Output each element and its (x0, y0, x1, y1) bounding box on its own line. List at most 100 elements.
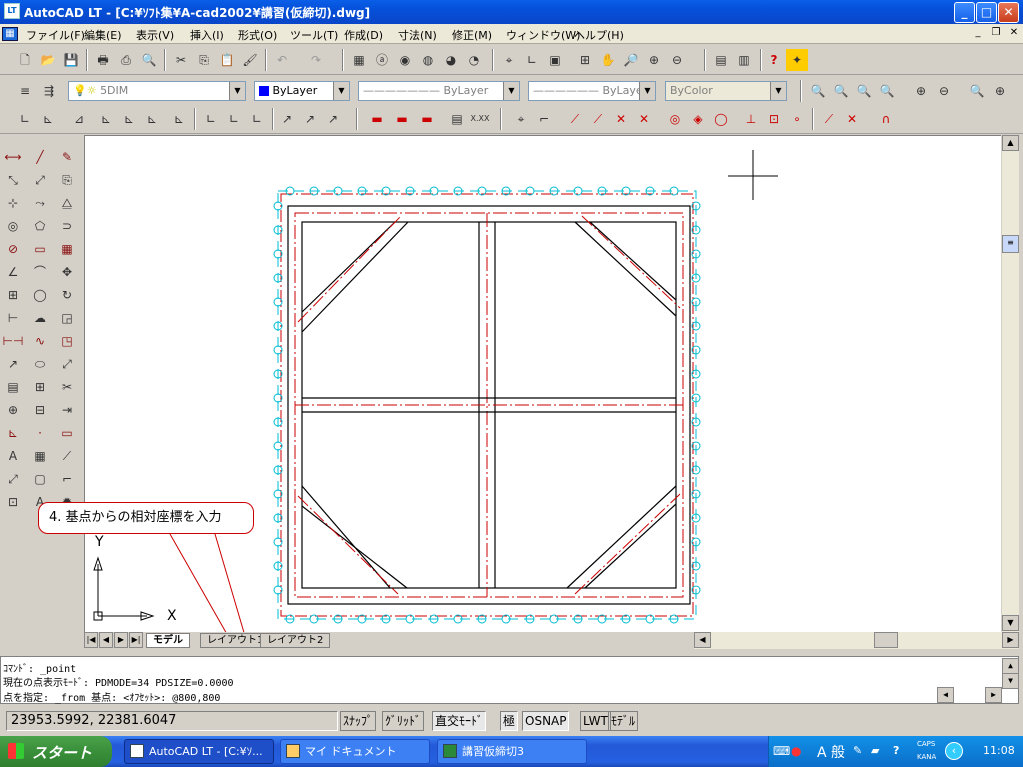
snap-center-icon[interactable]: ◎ (664, 108, 686, 130)
ime-tool-icon[interactable]: ● (791, 744, 801, 758)
dim-style-manager-icon[interactable]: ▤ (446, 108, 468, 130)
dim-linear-icon[interactable]: ∟ (14, 108, 36, 130)
minimize-button[interactable]: _ (954, 2, 975, 23)
xline-icon[interactable]: ⤢ (29, 169, 51, 191)
menu-file[interactable]: ファイル(F) (26, 27, 85, 43)
line-icon[interactable]: ╱ (29, 146, 51, 168)
tolerance-icon[interactable]: ▤ (2, 376, 24, 398)
ime-pad-icon[interactable]: ✎ (853, 744, 862, 757)
menu-draw[interactable]: 作成(D) (344, 27, 383, 43)
print-preview-icon[interactable]: ⎙ (115, 49, 137, 71)
vertical-scrollbar[interactable]: ▲ ≡ ▼ (1002, 135, 1019, 632)
grid-toggle[interactable]: ｸﾞﾘｯﾄﾞ (382, 711, 425, 731)
temp-track-icon[interactable]: ⌖ (510, 108, 532, 130)
keyboard-icon[interactable]: ⌨ (773, 744, 790, 758)
tray-expand-icon[interactable]: ‹ (945, 742, 963, 760)
dim-style-icon[interactable]: ⊡ (2, 491, 24, 513)
snap-from-icon[interactable]: ⌐ (533, 108, 555, 130)
scroll-left-icon[interactable]: ◀ (937, 687, 954, 703)
print-icon[interactable]: 🖶 (92, 49, 114, 71)
snap-midpoint-icon[interactable]: ⟋ (587, 108, 609, 130)
dim-style-icon[interactable]: ▬ (416, 108, 438, 130)
dim-radius-icon[interactable]: ⊾ (95, 108, 117, 130)
mdi-restore-button[interactable]: ❐ (988, 27, 1004, 41)
maximize-button[interactable]: □ (976, 2, 997, 23)
tab-prev-icon[interactable]: ◀ (99, 632, 113, 648)
dim-edit-icon[interactable]: ↗ (322, 108, 344, 130)
make-block-icon[interactable]: ⊟ (29, 399, 51, 421)
menu-format[interactable]: 形式(O) (238, 27, 277, 43)
menu-modify[interactable]: 修正(M) (452, 27, 492, 43)
tab-layout2[interactable]: レイアウト2 (260, 633, 331, 648)
help-icon[interactable]: ? (763, 49, 785, 71)
hatch-icon[interactable]: ▦ (29, 445, 51, 467)
erase-icon[interactable]: ✎ (56, 146, 78, 168)
snap-quadrant-icon[interactable]: ◈ (687, 108, 709, 130)
dim-update-icon[interactable]: ⤢ (2, 468, 24, 490)
chevron-down-icon[interactable]: ▼ (229, 82, 245, 100)
dim-angular-icon[interactable]: ∠ (2, 261, 24, 283)
dim-baseline-icon[interactable]: ⊢ (2, 307, 24, 329)
snap-none-icon[interactable]: ✕ (841, 108, 863, 130)
model-toggle[interactable]: ﾓﾃﾞﾙ (608, 711, 639, 731)
snap-endpoint-icon[interactable]: ⟋ (564, 108, 586, 130)
dim-aligned-icon[interactable]: ⊾ (37, 108, 59, 130)
snap-intersection-icon[interactable]: ✕ (610, 108, 632, 130)
task-autocad[interactable]: AutoCAD LT - [C:¥ｿ... (124, 739, 274, 764)
zoom-window-icon[interactable]: 🔍 (807, 80, 829, 102)
center-mark-icon[interactable]: ↗ (299, 108, 321, 130)
dim-diameter-icon[interactable]: ⊘ (2, 238, 24, 260)
dim-override-icon[interactable]: X.XX (469, 108, 491, 130)
extend-icon[interactable]: ⇥ (56, 399, 78, 421)
zoom-scale-icon[interactable]: 🔍 (853, 80, 875, 102)
paste-icon[interactable]: 📋 (216, 49, 238, 71)
zoom-window-icon[interactable]: ⊕ (643, 49, 665, 71)
zoom-all-icon[interactable]: 🔍 (966, 80, 988, 102)
cut-icon[interactable]: ✂ (170, 49, 192, 71)
chevron-down-icon[interactable]: ▼ (333, 82, 349, 100)
draworder-icon[interactable]: ▣ (544, 49, 566, 71)
tolerance-icon[interactable]: ↗ (276, 108, 298, 130)
pline-icon[interactable]: ⤳ (29, 192, 51, 214)
dim-diameter-icon[interactable]: ⊾ (118, 108, 140, 130)
menu-help[interactable]: ヘルプ(H) (574, 27, 624, 43)
osnap-tracking-icon[interactable]: ⌖ (498, 49, 520, 71)
pan-icon[interactable]: ✋ (597, 49, 619, 71)
start-button[interactable]: スタート (0, 736, 112, 767)
save-icon[interactable]: 💾 (60, 49, 82, 71)
dim-text-edit-icon[interactable]: ▬ (366, 108, 388, 130)
dim-text-edit-icon[interactable]: A (2, 445, 24, 467)
dim-update-icon[interactable]: ▬ (391, 108, 413, 130)
zoom-center-icon[interactable]: 🔍 (876, 80, 898, 102)
hscroll-thumb[interactable] (874, 632, 898, 648)
rectangle-icon[interactable]: ▭ (29, 238, 51, 260)
find-icon[interactable]: 🔍 (138, 49, 160, 71)
new-file-icon[interactable]: 🗋 (14, 49, 36, 71)
tab-last-icon[interactable]: ▶| (129, 632, 143, 648)
chamfer-icon[interactable]: ⟋ (56, 445, 78, 467)
trim-icon[interactable]: ✂ (56, 376, 78, 398)
command-window[interactable]: ｺﾏﾝﾄﾞ: _point 現在の点表示ﾓｰﾄﾞ: PDMODE=34 PDSI… (0, 656, 1019, 704)
linetype-select[interactable]: ——————— ByLayer ▼ (358, 81, 520, 101)
polygon-icon[interactable]: ⬠ (29, 215, 51, 237)
zoom-realtime-icon[interactable]: 🔎 (620, 49, 642, 71)
dim-ordinate-icon[interactable]: ⊿ (68, 108, 90, 130)
design-center-icon[interactable]: ▦ (348, 49, 370, 71)
polar-toggle[interactable]: 極 (500, 711, 519, 731)
match-properties-icon[interactable]: 🖌 (239, 49, 261, 71)
snap-insert-icon[interactable]: ⊡ (763, 108, 785, 130)
command-prompt[interactable]: 点を指定: _from 基点: <ｵﾌｾｯﾄ>: @800,800 (3, 689, 220, 704)
quick-calc-icon[interactable]: ▥ (733, 49, 755, 71)
snap-apparent-intersection-icon[interactable]: ✕ (633, 108, 655, 130)
osnap-settings-icon[interactable]: ∩ (875, 108, 897, 130)
spline-icon[interactable]: ∿ (29, 330, 51, 352)
lineweight-select[interactable]: —————— ByLayer ▼ (528, 81, 656, 101)
dim-leader-icon[interactable]: ∟ (246, 108, 268, 130)
scroll-down-icon[interactable]: ▼ (1002, 615, 1019, 631)
lwt-toggle[interactable]: LWT (580, 711, 611, 731)
osnap-toggle[interactable]: OSNAP (522, 711, 570, 731)
point-icon[interactable]: · (29, 422, 51, 444)
center-mark-icon[interactable]: ⊕ (2, 399, 24, 421)
arc-icon[interactable]: ⌒ (29, 261, 51, 283)
zoom-extents-icon[interactable]: ⊕ (989, 80, 1011, 102)
